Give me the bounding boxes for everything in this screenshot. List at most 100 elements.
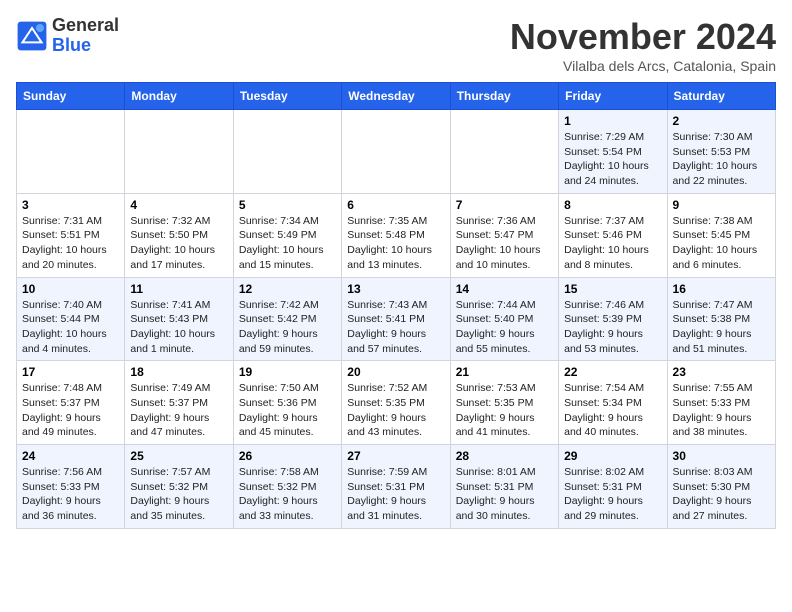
day-detail: Sunrise: 7:40 AM Sunset: 5:44 PM Dayligh… [22, 298, 119, 357]
day-number: 28 [456, 449, 553, 463]
month-title: November 2024 [510, 16, 776, 58]
logo-line1: General [52, 16, 119, 36]
day-detail: Sunrise: 7:44 AM Sunset: 5:40 PM Dayligh… [456, 298, 553, 357]
day-detail: Sunrise: 7:57 AM Sunset: 5:32 PM Dayligh… [130, 465, 227, 524]
day-detail: Sunrise: 7:58 AM Sunset: 5:32 PM Dayligh… [239, 465, 336, 524]
day-number: 9 [673, 198, 770, 212]
calendar-cell: 19Sunrise: 7:50 AM Sunset: 5:36 PM Dayli… [233, 361, 341, 445]
day-number: 15 [564, 282, 661, 296]
day-detail: Sunrise: 7:32 AM Sunset: 5:50 PM Dayligh… [130, 214, 227, 273]
day-number: 5 [239, 198, 336, 212]
calendar-cell: 26 Sunrise: 7:58 AM Sunset: 5:32 PM Dayli… [233, 445, 341, 529]
day-detail: Sunrise: 7:59 AM Sunset: 5:31 PM Dayligh… [347, 465, 444, 524]
logo-line2: Blue [52, 36, 119, 56]
calendar-table: SundayMondayTuesdayWednesdayThursdayFrid… [16, 82, 776, 529]
calendar-cell: 22Sunrise: 7:54 AM Sunset: 5:34 PM Dayli… [559, 361, 667, 445]
calendar-cell: 18Sunrise: 7:49 AM Sunset: 5:37 PM Dayli… [125, 361, 233, 445]
calendar-week-row: 1 Sunrise: 7:29 AM Sunset: 5:54 PM Daylig… [17, 110, 776, 194]
calendar-cell: 4 Sunrise: 7:32 AM Sunset: 5:50 PM Daylig… [125, 193, 233, 277]
calendar-cell: 12Sunrise: 7:42 AM Sunset: 5:42 PM Dayli… [233, 277, 341, 361]
title-section: November 2024 Vilalba dels Arcs, Catalon… [510, 16, 776, 74]
calendar-cell: 21Sunrise: 7:53 AM Sunset: 5:35 PM Dayli… [450, 361, 558, 445]
calendar-cell: 1 Sunrise: 7:29 AM Sunset: 5:54 PM Daylig… [559, 110, 667, 194]
calendar-cell: 8Sunrise: 7:37 AM Sunset: 5:46 PM Daylig… [559, 193, 667, 277]
day-detail: Sunrise: 7:36 AM Sunset: 5:47 PM Dayligh… [456, 214, 553, 273]
calendar-week-row: 3Sunrise: 7:31 AM Sunset: 5:51 PM Daylig… [17, 193, 776, 277]
calendar-week-row: 10 Sunrise: 7:40 AM Sunset: 5:44 PM Dayli… [17, 277, 776, 361]
header-day: Thursday [450, 83, 558, 110]
day-detail: Sunrise: 7:38 AM Sunset: 5:45 PM Dayligh… [673, 214, 770, 273]
calendar-cell [233, 110, 341, 194]
calendar-cell: 23 Sunrise: 7:55 AM Sunset: 5:33 PM Dayli… [667, 361, 775, 445]
day-detail: Sunrise: 7:43 AM Sunset: 5:41 PM Dayligh… [347, 298, 444, 357]
day-number: 12 [239, 282, 336, 296]
day-number: 19 [239, 365, 336, 379]
calendar-cell: 11 Sunrise: 7:41 AM Sunset: 5:43 PM Dayli… [125, 277, 233, 361]
calendar-cell: 10 Sunrise: 7:40 AM Sunset: 5:44 PM Dayli… [17, 277, 125, 361]
day-detail: Sunrise: 7:37 AM Sunset: 5:46 PM Dayligh… [564, 214, 661, 273]
calendar-cell: 25 Sunrise: 7:57 AM Sunset: 5:32 PM Dayli… [125, 445, 233, 529]
header-day: Wednesday [342, 83, 450, 110]
calendar-cell [17, 110, 125, 194]
logo: General Blue [16, 16, 119, 56]
calendar-header: SundayMondayTuesdayWednesdayThursdayFrid… [17, 83, 776, 110]
calendar-cell: 3Sunrise: 7:31 AM Sunset: 5:51 PM Daylig… [17, 193, 125, 277]
calendar-cell: 7 Sunrise: 7:36 AM Sunset: 5:47 PM Daylig… [450, 193, 558, 277]
calendar-cell: 6 Sunrise: 7:35 AM Sunset: 5:48 PM Daylig… [342, 193, 450, 277]
day-detail: Sunrise: 7:41 AM Sunset: 5:43 PM Dayligh… [130, 298, 227, 357]
header-day: Monday [125, 83, 233, 110]
header-day: Sunday [17, 83, 125, 110]
header-day: Saturday [667, 83, 775, 110]
day-number: 10 [22, 282, 119, 296]
day-number: 13 [347, 282, 444, 296]
calendar-week-row: 24 Sunrise: 7:56 AM Sunset: 5:33 PM Dayli… [17, 445, 776, 529]
day-detail: Sunrise: 8:01 AM Sunset: 5:31 PM Dayligh… [456, 465, 553, 524]
day-number: 27 [347, 449, 444, 463]
calendar-cell [125, 110, 233, 194]
calendar-cell: 15 Sunrise: 7:46 AM Sunset: 5:39 PM Dayli… [559, 277, 667, 361]
calendar-cell [342, 110, 450, 194]
day-number: 26 [239, 449, 336, 463]
day-detail: Sunrise: 7:53 AM Sunset: 5:35 PM Dayligh… [456, 381, 553, 440]
header-day: Tuesday [233, 83, 341, 110]
day-detail: Sunrise: 8:03 AM Sunset: 5:30 PM Dayligh… [673, 465, 770, 524]
calendar-cell: 16Sunrise: 7:47 AM Sunset: 5:38 PM Dayli… [667, 277, 775, 361]
page-header: General Blue November 2024 Vilalba dels … [16, 16, 776, 74]
day-number: 17 [22, 365, 119, 379]
day-detail: Sunrise: 7:34 AM Sunset: 5:49 PM Dayligh… [239, 214, 336, 273]
day-number: 2 [673, 114, 770, 128]
calendar-cell: 28 Sunrise: 8:01 AM Sunset: 5:31 PM Dayli… [450, 445, 558, 529]
day-detail: Sunrise: 7:55 AM Sunset: 5:33 PM Dayligh… [673, 381, 770, 440]
day-detail: Sunrise: 7:46 AM Sunset: 5:39 PM Dayligh… [564, 298, 661, 357]
day-number: 7 [456, 198, 553, 212]
header-row: SundayMondayTuesdayWednesdayThursdayFrid… [17, 83, 776, 110]
day-detail: Sunrise: 8:02 AM Sunset: 5:31 PM Dayligh… [564, 465, 661, 524]
day-number: 25 [130, 449, 227, 463]
day-number: 6 [347, 198, 444, 212]
calendar-cell [450, 110, 558, 194]
calendar-cell: 30Sunrise: 8:03 AM Sunset: 5:30 PM Dayli… [667, 445, 775, 529]
day-detail: Sunrise: 7:35 AM Sunset: 5:48 PM Dayligh… [347, 214, 444, 273]
day-number: 1 [564, 114, 661, 128]
calendar-cell: 5 Sunrise: 7:34 AM Sunset: 5:49 PM Daylig… [233, 193, 341, 277]
calendar-cell: 17Sunrise: 7:48 AM Sunset: 5:37 PM Dayli… [17, 361, 125, 445]
calendar-cell: 9 Sunrise: 7:38 AM Sunset: 5:45 PM Daylig… [667, 193, 775, 277]
calendar-cell: 2 Sunrise: 7:30 AM Sunset: 5:53 PM Daylig… [667, 110, 775, 194]
location-subtitle: Vilalba dels Arcs, Catalonia, Spain [510, 58, 776, 74]
day-detail: Sunrise: 7:52 AM Sunset: 5:35 PM Dayligh… [347, 381, 444, 440]
calendar-cell: 29 Sunrise: 8:02 AM Sunset: 5:31 PM Dayli… [559, 445, 667, 529]
day-detail: Sunrise: 7:56 AM Sunset: 5:33 PM Dayligh… [22, 465, 119, 524]
header-day: Friday [559, 83, 667, 110]
day-detail: Sunrise: 7:30 AM Sunset: 5:53 PM Dayligh… [673, 130, 770, 189]
day-number: 11 [130, 282, 227, 296]
day-number: 4 [130, 198, 227, 212]
day-number: 23 [673, 365, 770, 379]
calendar-cell: 27 Sunrise: 7:59 AM Sunset: 5:31 PM Dayli… [342, 445, 450, 529]
day-number: 29 [564, 449, 661, 463]
day-detail: Sunrise: 7:29 AM Sunset: 5:54 PM Dayligh… [564, 130, 661, 189]
day-detail: Sunrise: 7:54 AM Sunset: 5:34 PM Dayligh… [564, 381, 661, 440]
day-number: 24 [22, 449, 119, 463]
calendar-cell: 13 Sunrise: 7:43 AM Sunset: 5:41 PM Dayli… [342, 277, 450, 361]
day-number: 14 [456, 282, 553, 296]
day-number: 18 [130, 365, 227, 379]
